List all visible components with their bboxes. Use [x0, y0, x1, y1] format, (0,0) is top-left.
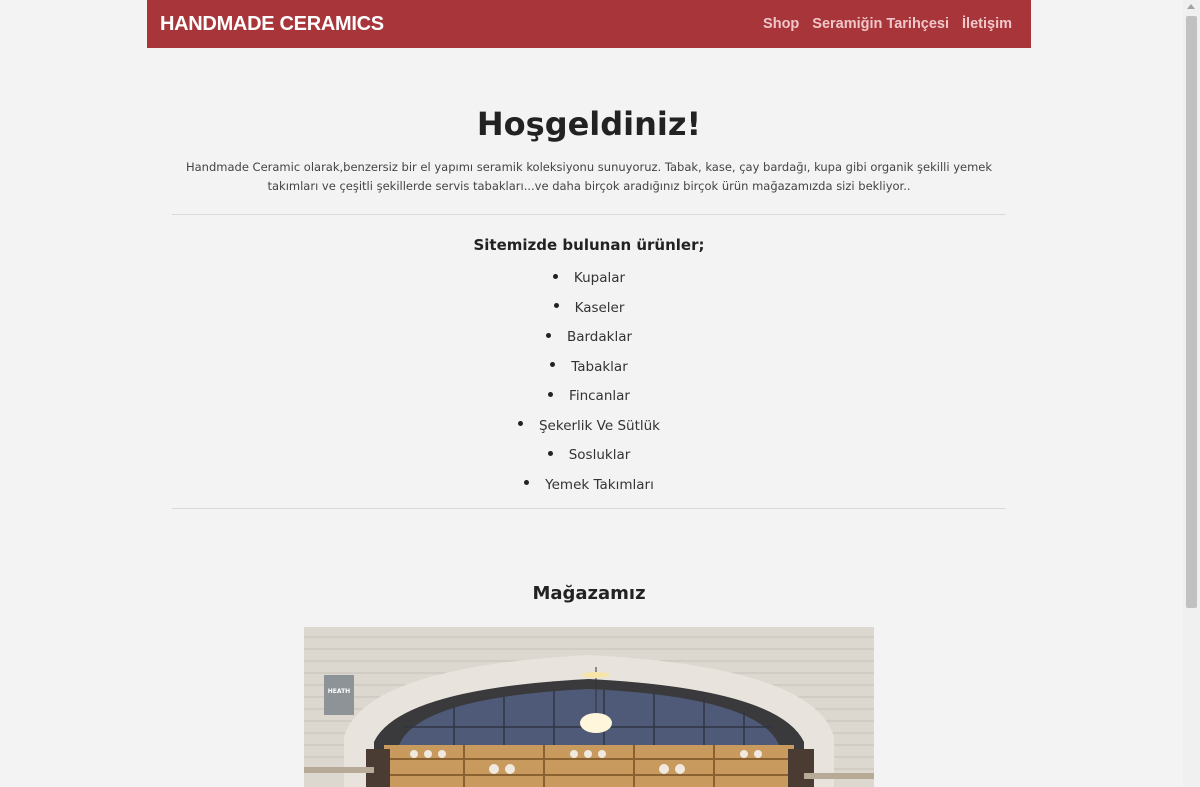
bullet-icon: [550, 362, 556, 367]
list-item: Kaseler: [172, 294, 1006, 324]
divider: [172, 508, 1006, 509]
product-label: Yemek Takımları: [545, 476, 654, 493]
product-label: Fincanlar: [569, 388, 630, 404]
intro-text: Handmade Ceramic olarak,benzersiz bir el…: [185, 160, 993, 193]
scrollbar[interactable]: [1183, 0, 1200, 787]
main-content: Hoşgeldiniz! Handmade Ceramic olarak,ben…: [172, 48, 1006, 606]
list-item: Yemek Takımları: [172, 471, 1006, 501]
navbar: HANDMADE CERAMICS Shop Seramiğin Tarihçe…: [147, 0, 1031, 48]
nav-link-contact[interactable]: İletişim: [962, 16, 1012, 32]
product-label: Sosluklar: [568, 447, 631, 463]
product-label: Kaseler: [574, 299, 625, 316]
nav-link-history[interactable]: Seramiğin Tarihçesi: [812, 16, 949, 32]
nav-links: Shop Seramiğin Tarihçesi İletişim: [763, 16, 1012, 32]
store-sign-text: HEATH: [328, 688, 350, 695]
scroll-up-arrow-icon[interactable]: [1187, 4, 1195, 9]
list-item: Sosluklar: [172, 441, 1006, 471]
store-photo: HEATH: [304, 627, 874, 787]
page-title: Hoşgeldiniz!: [476, 105, 702, 143]
bullet-icon: [517, 421, 523, 426]
divider: [172, 214, 1006, 215]
products-heading: Sitemizde bulunan ürünler;: [473, 236, 705, 254]
list-item: Tabaklar: [172, 353, 1006, 383]
bullet-icon: [552, 273, 558, 279]
scrollbar-thumb[interactable]: [1186, 16, 1197, 608]
brand-logo[interactable]: HANDMADE CERAMICS: [160, 13, 384, 36]
store-heading: Mağazamız: [532, 583, 646, 604]
list-item: Kupalar: [172, 264, 1006, 294]
list-item: Fincanlar: [172, 382, 1006, 412]
product-label: Bardaklar: [566, 329, 633, 345]
product-label: Tabaklar: [571, 358, 628, 375]
nav-link-shop[interactable]: Shop: [763, 16, 799, 32]
list-item: Bardaklar: [172, 323, 1006, 353]
bullet-icon: [547, 450, 553, 456]
bullet-icon: [545, 332, 551, 338]
bullet-icon: [524, 480, 530, 485]
list-item: Şekerlik Ve Sütlük: [172, 412, 1006, 442]
product-label: Şekerlik Ve Sütlük: [538, 417, 660, 434]
product-list: Kupalar Kaseler Bardaklar Tabaklar Finca…: [172, 264, 1006, 500]
product-label: Kupalar: [573, 270, 626, 286]
bullet-icon: [548, 391, 554, 397]
bullet-icon: [553, 303, 559, 308]
